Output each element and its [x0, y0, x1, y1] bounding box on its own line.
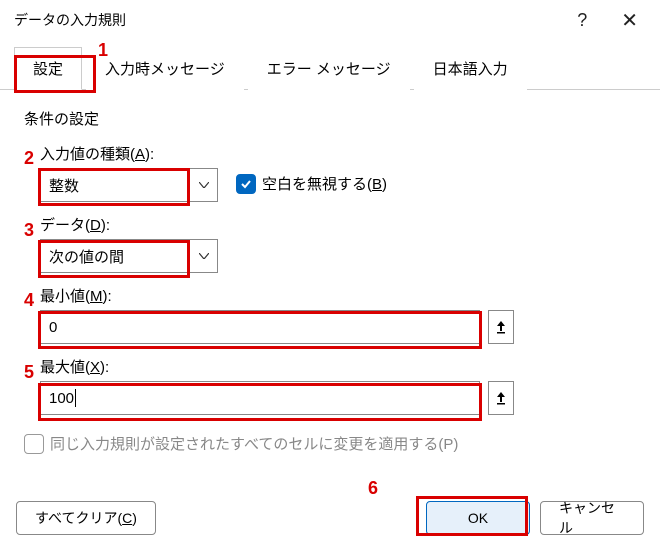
- data-select[interactable]: 次の値の間: [40, 239, 218, 273]
- max-label: 最大値(X):: [40, 356, 636, 377]
- data-select-arrow[interactable]: [189, 240, 217, 272]
- apply-all-row: 同じ入力規則が設定されたすべてのセルに変更を適用する(P): [24, 433, 636, 457]
- max-row: 最大値(X): 100: [24, 356, 636, 415]
- apply-all-label: 同じ入力規則が設定されたすべてのセルに変更を適用する(P): [50, 433, 458, 454]
- clear-all-button[interactable]: すべてクリア(C): [16, 501, 156, 535]
- group-label: 条件の設定: [24, 108, 636, 129]
- min-range-button[interactable]: [488, 310, 514, 344]
- settings-pane: 条件の設定 入力値の種類(A): 整数 空白を無視する(: [0, 90, 660, 457]
- help-button[interactable]: ?: [571, 10, 593, 31]
- min-row: 最小値(M): 0: [24, 285, 636, 344]
- data-select-text: 次の値の間: [41, 240, 189, 272]
- ignore-blank-checkbox[interactable]: 空白を無視する(B): [236, 173, 387, 194]
- chevron-down-icon: [199, 182, 209, 188]
- data-row: データ(D): 次の値の間: [24, 214, 636, 273]
- allow-row: 入力値の種類(A): 整数 空白を無視する(B): [24, 143, 636, 202]
- tab-strip: 設定 入力時メッセージ エラー メッセージ 日本語入力: [0, 46, 660, 90]
- data-label: データ(D):: [40, 214, 636, 235]
- annotation-marker-6: 6: [368, 478, 378, 499]
- tab-input-message[interactable]: 入力時メッセージ: [86, 47, 244, 90]
- allow-select-arrow[interactable]: [189, 169, 217, 201]
- chevron-down-icon: [199, 253, 209, 259]
- max-range-button[interactable]: [488, 381, 514, 415]
- tab-error-message[interactable]: エラー メッセージ: [248, 47, 410, 90]
- allow-label: 入力値の種類(A):: [40, 143, 218, 164]
- cancel-button[interactable]: キャンセル: [540, 501, 644, 535]
- ignore-blank-label: 空白を無視する(B): [262, 173, 387, 194]
- ok-button[interactable]: OK: [426, 501, 530, 535]
- allow-select-text: 整数: [41, 169, 189, 201]
- apply-all-checkbox: 同じ入力規則が設定されたすべてのセルに変更を適用する(P): [24, 433, 458, 454]
- checkbox-icon: [24, 434, 44, 454]
- dialog-title: データの入力規則: [14, 10, 571, 30]
- dialog-footer: すべてクリア(C) OK キャンセル: [0, 501, 660, 535]
- range-selector-icon: [495, 391, 507, 405]
- checkbox-icon: [236, 174, 256, 194]
- text-cursor: [75, 389, 76, 407]
- range-selector-icon: [495, 320, 507, 334]
- min-label: 最小値(M):: [40, 285, 636, 306]
- tab-ime[interactable]: 日本語入力: [414, 47, 527, 90]
- max-input[interactable]: 100: [40, 381, 480, 415]
- tab-settings[interactable]: 設定: [14, 47, 82, 90]
- close-button[interactable]: ✕: [611, 8, 648, 33]
- titlebar: データの入力規則 ? ✕: [0, 0, 660, 40]
- min-input[interactable]: 0: [40, 310, 480, 344]
- allow-select[interactable]: 整数: [40, 168, 218, 202]
